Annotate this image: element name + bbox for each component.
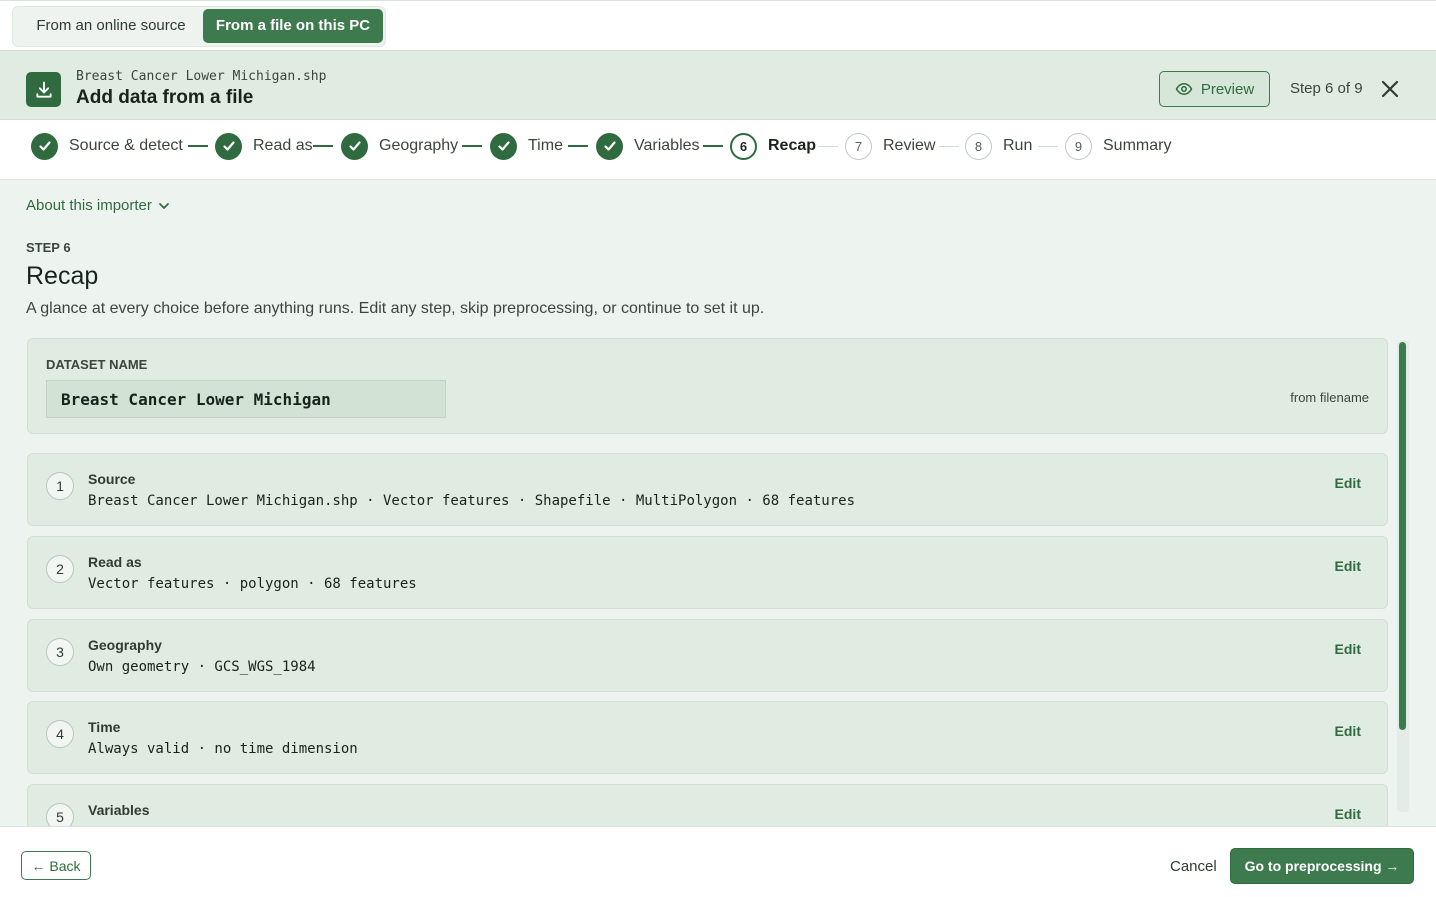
edit-geography-button[interactable]: Edit [1335,641,1361,657]
step-number: 6 [730,132,757,160]
recap-row-variables: 5 Variables Edit [27,784,1388,826]
about-importer-label: About this importer [26,197,152,214]
step-number: 9 [1065,132,1092,160]
go-to-preprocessing-button[interactable]: Go to preprocessing → [1230,848,1414,884]
recap-row-time: 4 Time Always valid · no time dimension … [27,701,1388,774]
importer-header: Breast Cancer Lower Michigan.shp Add dat… [0,50,1436,120]
source-tabs-bar: From an online source From a file on thi… [0,0,1436,50]
step-label: Recap [768,137,817,154]
dataset-name-label: DATASET NAME [46,357,148,372]
header-filename: Breast Cancer Lower Michigan.shp [76,69,327,84]
step-source-detect[interactable]: Source & detect [31,132,183,160]
step-label: Variables [634,137,700,154]
step-number: 8 [965,132,992,160]
step-label: Run [1003,137,1033,154]
section-title: Recap [26,262,99,290]
step-summary[interactable]: 9 Summary [1065,132,1171,160]
row-title: Variables [88,802,150,818]
dataset-name-card: DATASET NAME from filename [27,338,1388,434]
recap-row-source: 1 Source Breast Cancer Lower Michigan.sh… [27,453,1388,526]
step-kicker: STEP 6 [26,240,71,255]
edit-variables-button[interactable]: Edit [1335,806,1361,822]
about-importer-toggle[interactable]: About this importer [26,197,170,214]
step-label: Read as [253,137,313,154]
download-icon [26,72,61,107]
page-title: Add data from a file [76,87,254,108]
preview-button[interactable]: Preview [1159,71,1270,107]
row-title: Read as [88,554,142,570]
step-connector [568,145,588,147]
row-title: Geography [88,637,162,653]
dataset-name-hint: from filename [1290,390,1369,405]
step-read-as[interactable]: Read as [215,132,313,160]
scrollbar-thumb[interactable] [1399,342,1406,730]
row-number: 2 [46,555,74,583]
step-time[interactable]: Time [490,132,563,160]
step-label: Summary [1103,137,1172,154]
check-icon [341,132,368,160]
close-icon[interactable] [1380,79,1400,99]
step-connector [703,145,723,147]
row-detail: Breast Cancer Lower Michigan.shp · Vecto… [88,493,856,509]
edit-read-as-button[interactable]: Edit [1335,558,1361,574]
back-button[interactable]: ← Back [21,851,91,880]
check-icon [490,132,517,160]
step-connector [1038,146,1058,147]
section-description: A glance at every choice before anything… [26,300,765,317]
row-number: 4 [46,720,74,748]
check-icon [31,132,58,160]
row-number: 3 [46,638,74,666]
check-icon [215,132,242,160]
step-geography[interactable]: Geography [341,132,458,160]
edit-time-button[interactable]: Edit [1335,723,1361,739]
step-counter: Step 6 of 9 [1290,80,1363,97]
row-detail: Vector features · polygon · 68 features [88,576,417,592]
recap-row-geography: 3 Geography Own geometry · GCS_WGS_1984 … [27,619,1388,692]
wizard-footer: ← Back Cancel Go to preprocessing → [0,826,1436,897]
row-detail: Always valid · no time dimension [88,741,358,757]
step-label: Geography [379,137,459,154]
wizard-stepper: Source & detect Read as Geography Time V… [0,120,1436,180]
step-variables[interactable]: Variables [596,132,700,160]
step-connector [939,146,959,147]
step-connector [313,145,333,147]
step-label: Review [883,137,936,154]
dataset-name-input[interactable] [46,380,446,418]
tab-online-source[interactable]: From an online source [17,9,205,43]
row-title: Source [88,471,136,487]
row-title: Time [88,719,121,735]
row-number: 1 [46,472,74,500]
source-segmented-control: From an online source From a file on thi… [12,6,386,47]
eye-icon [1175,83,1193,95]
step-connector [188,145,208,147]
step-label: Time [528,137,563,154]
cancel-button[interactable]: Cancel [1170,858,1217,875]
tab-file-on-pc[interactable]: From a file on this PC [203,9,383,43]
step-number: 7 [845,132,872,160]
preview-label: Preview [1200,80,1255,98]
edit-source-button[interactable]: Edit [1335,475,1361,491]
row-number: 5 [46,803,74,826]
recap-row-read-as: 2 Read as Vector features · polygon · 68… [27,536,1388,609]
step-connector [818,146,838,147]
step-recap[interactable]: 6 Recap [730,132,816,160]
step-connector [462,145,482,147]
recap-content: About this importer STEP 6 Recap A glanc… [0,180,1436,826]
row-detail: Own geometry · GCS_WGS_1984 [88,659,316,675]
chevron-down-icon [158,202,169,209]
step-label: Source & detect [69,137,183,154]
step-run[interactable]: 8 Run [965,132,1032,160]
step-review[interactable]: 7 Review [845,132,935,160]
recap-scrollbar[interactable] [1397,340,1409,812]
check-icon [596,132,623,160]
